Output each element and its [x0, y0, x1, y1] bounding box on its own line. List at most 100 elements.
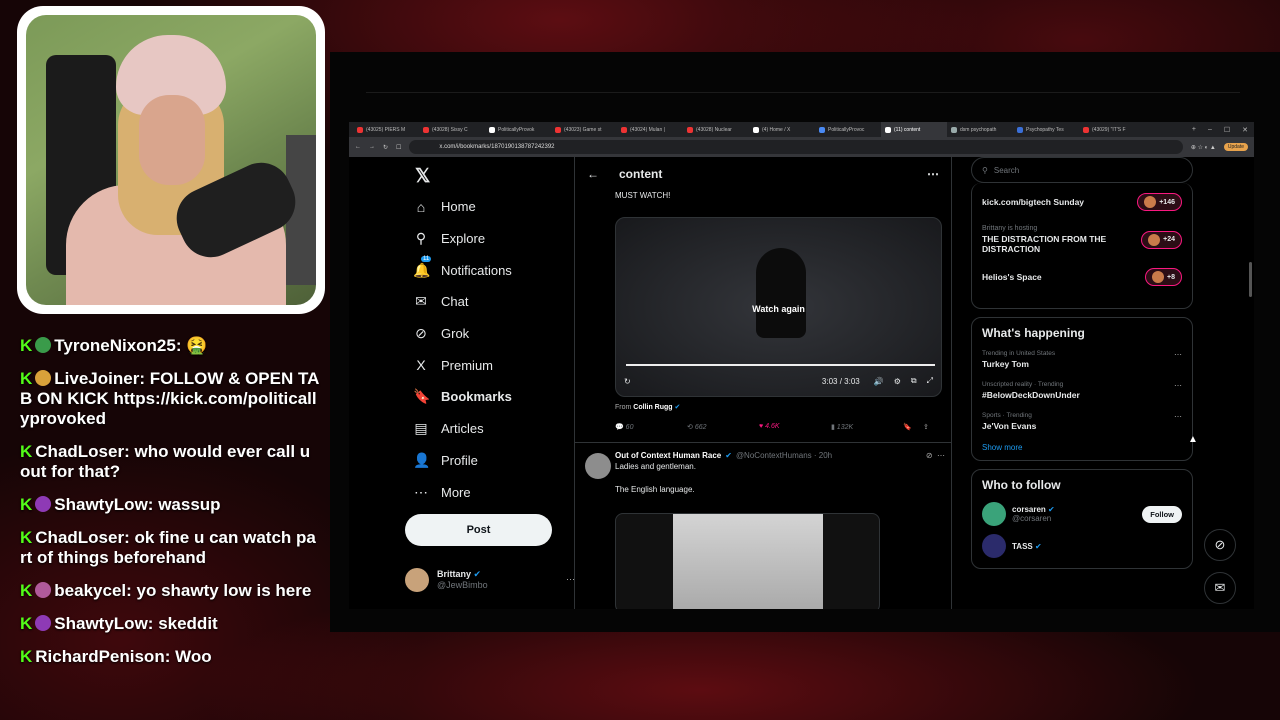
sidebar-item-profile[interactable]: 👤 Profile	[405, 445, 575, 477]
browser-tab[interactable]: Psychopathy Tes	[1013, 126, 1079, 133]
favicon-icon	[1083, 126, 1089, 133]
messages-icon[interactable]: ✉	[1204, 572, 1236, 604]
suggestion-name[interactable]: TASS	[1012, 542, 1033, 551]
listener-count: +8	[1145, 268, 1182, 286]
maximize-icon[interactable]: ☐	[1224, 126, 1230, 134]
sidebar-item-label: Chat	[441, 294, 469, 310]
space-item[interactable]: Helios's Space +8	[982, 268, 1182, 286]
chat-text: 🤮	[186, 336, 208, 355]
bookmark-icon[interactable]: 🔖	[903, 423, 923, 431]
more-icon[interactable]: ⋯	[1174, 412, 1182, 421]
forward-icon[interactable]: →	[369, 144, 375, 150]
attribution-link[interactable]: Collin Rugg	[633, 404, 672, 411]
grok-icon[interactable]: ⊘ ⋯	[926, 451, 945, 460]
tweet[interactable]: Out of Context Human Race ✔ @NoContextHu…	[585, 451, 945, 609]
fullscreen-icon[interactable]: ⤢	[927, 376, 933, 386]
sidebar-item-home[interactable]: ⌂ Home	[405, 191, 575, 223]
follow-suggestion[interactable]: corsaren ✔ @corsaren Follow	[982, 502, 1182, 526]
badge-icon	[35, 615, 52, 631]
chat-username[interactable]: ChadLoser	[35, 528, 124, 547]
trend-category: Unscripted reality · Trending	[982, 381, 1064, 388]
follow-button[interactable]: Follow	[1142, 505, 1182, 523]
chat-username[interactable]: ShawtyLow	[54, 495, 148, 514]
browser-tab[interactable]: PoliticallyProvoc	[815, 126, 881, 133]
post-button[interactable]: Post	[405, 513, 552, 546]
listener-count: +24	[1141, 230, 1182, 249]
pip-icon[interactable]: ⧉	[911, 376, 917, 386]
sidebar-item-explore[interactable]: ⚲ Explore	[405, 223, 575, 255]
account-switcher[interactable]: Brittany ✔ @JewBimbo ⋯	[405, 567, 575, 592]
back-arrow-icon[interactable]: ←	[587, 167, 599, 181]
browser-tab[interactable]: PoliticallyProvok	[485, 126, 551, 133]
browser-tab[interactable]: (43029) "IT'S F	[1079, 126, 1145, 133]
browser-tab[interactable]: (43025) PIERS M	[353, 126, 419, 133]
browser-tab[interactable]: (4) Home / X	[749, 126, 815, 133]
sidebar-item-bookmarks[interactable]: 🔖 Bookmarks	[405, 381, 575, 413]
browser-tab[interactable]: (43023) Game st	[551, 126, 617, 133]
replay-icon[interactable]: ↻	[624, 377, 631, 386]
sidebar-item-label: Explore	[441, 231, 486, 247]
minimize-icon[interactable]: –	[1208, 126, 1212, 134]
follow-suggestion[interactable]: TASS ✔	[982, 534, 1182, 558]
browser-tab[interactable]: dsm psychopath	[947, 126, 1013, 133]
share-icon[interactable]: ⇪	[923, 423, 943, 431]
reply-button[interactable]: 💬 60	[615, 423, 687, 431]
show-more-link[interactable]: Show more	[982, 443, 1182, 452]
search-input[interactable]: ⚲ Search	[971, 157, 1193, 183]
browser-tab[interactable]: (43024) Mulan |	[617, 126, 683, 133]
browser-tab[interactable]: (43028) Nuclear	[683, 126, 749, 133]
extension-icons[interactable]: ⊕ ☆ ◐ ▲	[1191, 144, 1216, 151]
video-progress[interactable]	[626, 364, 935, 366]
sidebar-item-grok[interactable]: ⊘ Grok	[405, 318, 575, 350]
chat-username[interactable]: beakycel	[54, 581, 126, 600]
suggestion-name[interactable]: corsaren	[1012, 505, 1046, 514]
tweet-media[interactable]	[615, 513, 880, 609]
bookmark-page-icon[interactable]: ☐	[396, 144, 401, 151]
reload-icon[interactable]: ↻	[383, 144, 388, 151]
url-field[interactable]: x.com/i/bookmarks/1870190138787242392	[409, 140, 1183, 154]
watch-again-button[interactable]: Watch again	[616, 304, 941, 314]
chat-username[interactable]: TyroneNixon25	[54, 336, 176, 355]
space-item[interactable]: kick.com/bigtech Sunday +146	[982, 193, 1182, 211]
update-button[interactable]: Update	[1223, 143, 1248, 151]
tweet-author[interactable]: Out of Context Human Race	[615, 451, 721, 460]
views-button[interactable]: ▮ 132K	[831, 423, 903, 431]
sidebar-item-more[interactable]: ⋯ More	[405, 476, 575, 508]
trend-item[interactable]: Sports · Trending Je'Von Evans ⋯	[982, 412, 1182, 431]
video-player[interactable]: Watch again ↻ 3:03 / 3:03 🔊 ⚙ ⧉ ⤢	[615, 217, 942, 397]
sidebar-item-chat[interactable]: ✉ Chat	[405, 286, 575, 318]
more-icon[interactable]: ⋯	[927, 167, 939, 181]
browser-tab[interactable]: (11) content	[881, 122, 947, 137]
close-icon[interactable]: ✕	[1242, 126, 1248, 134]
chat-message: K ChadLoser: ok fine u can watch part of …	[20, 528, 316, 567]
sidebar-item-label: Home	[441, 199, 476, 215]
chat-icon: ✉	[415, 293, 427, 310]
back-icon[interactable]: ←	[355, 144, 361, 150]
space-item[interactable]: Brittany is hosting THE DISTRACTION FROM …	[982, 225, 1182, 254]
trend-item[interactable]: Trending in United States Turkey Tom ⋯	[982, 350, 1182, 369]
sidebar-item-articles[interactable]: ▤ Articles	[405, 413, 575, 445]
chat-username[interactable]: LiveJoiner	[54, 369, 139, 388]
chat-username[interactable]: RichardPenison	[35, 647, 164, 666]
favicon-icon	[489, 126, 495, 133]
like-button[interactable]: ♥ 4.6K	[759, 423, 831, 431]
sidebar-item-premium[interactable]: X Premium	[405, 349, 575, 381]
more-icon[interactable]: ⋯	[1174, 350, 1182, 359]
repost-button[interactable]: ⟲ 662	[687, 423, 759, 431]
trend-item[interactable]: Unscripted reality · Trending #BelowDeckD…	[982, 381, 1182, 400]
explore-icon: ⚲	[415, 230, 427, 247]
chat-username[interactable]: ShawtyLow	[54, 614, 148, 633]
new-tab-icon[interactable]: +	[1192, 126, 1196, 134]
chat-username[interactable]: ChadLoser	[35, 442, 124, 461]
scrollbar[interactable]	[1249, 262, 1252, 297]
settings-icon[interactable]: ⚙	[894, 377, 901, 386]
browser-tab[interactable]: (43028) Sissy C	[419, 126, 485, 133]
more-icon[interactable]: ⋯	[1174, 381, 1182, 390]
grok-icon[interactable]: ⊘	[1204, 529, 1236, 561]
favicon-icon	[555, 126, 561, 133]
x-logo-icon[interactable]: 𝕏	[415, 165, 575, 191]
sidebar-item-notifications[interactable]: 🔔 11 Notifications	[405, 254, 575, 286]
home-icon: ⌂	[416, 198, 426, 215]
badge-icon	[35, 496, 52, 512]
volume-icon[interactable]: 🔊	[874, 377, 884, 386]
